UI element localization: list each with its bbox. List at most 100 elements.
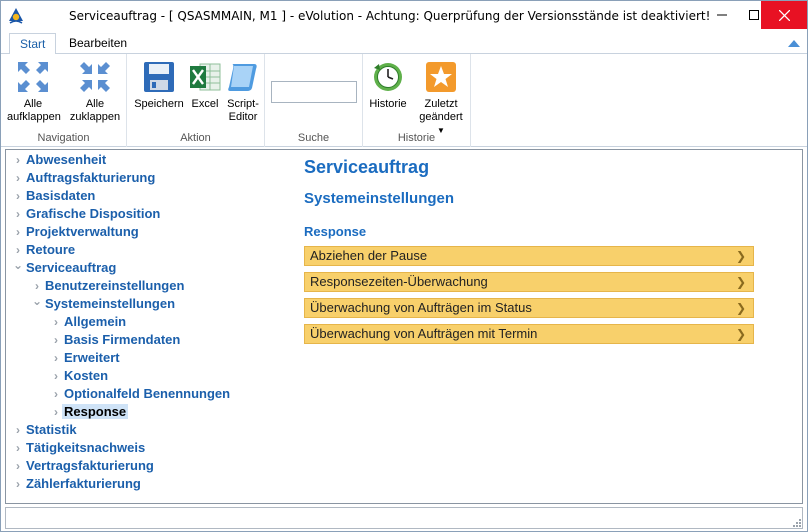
tree-item-optionalfeld-benennungen[interactable]: › Optionalfeld Benennungen <box>50 385 232 403</box>
tree-item-zählerfakturierung[interactable]: › Zählerfakturierung <box>12 475 143 493</box>
recently-changed-button[interactable]: Zuletzt geändert ▼ <box>415 60 467 137</box>
tree-item-label: Basisdaten <box>26 188 96 203</box>
tree-item-vertragsfakturierung[interactable]: › Vertragsfakturierung <box>12 457 156 475</box>
chevron-right-icon[interactable]: › <box>12 421 24 439</box>
tree-item-label: Benutzereinstellungen <box>45 278 185 293</box>
close-button[interactable] <box>761 1 807 29</box>
tree-item-label: Zählerfakturierung <box>26 476 141 491</box>
tree-item-label: Vertragsfakturierung <box>26 458 154 473</box>
chevron-right-icon[interactable]: › <box>12 169 24 187</box>
tree-item-label: Serviceauftrag <box>26 260 117 275</box>
chevron-right-icon[interactable]: › <box>50 331 62 349</box>
ribbon-group-aktion: Speichern Excel Script- Editor Aktion <box>127 54 265 147</box>
search-input[interactable] <box>271 81 357 103</box>
tree-item-label: Grafische Disposition <box>26 206 161 221</box>
history-button[interactable]: Historie <box>365 60 411 111</box>
window-title: Serviceauftrag - [ QSASMMAIN, M1 ] - eVo… <box>69 9 711 23</box>
chevron-right-icon[interactable]: › <box>12 223 24 241</box>
tree-item-erweitert[interactable]: › Erweitert <box>50 349 122 367</box>
title-bar: Serviceauftrag - [ QSASMMAIN, M1 ] - eVo… <box>1 1 807 31</box>
ribbon-tab-bar: Start Bearbeiten <box>1 31 807 55</box>
minimize-icon <box>717 14 727 16</box>
ribbon-group-navigation: Alle aufklappen Alle zuklappen Navigatio… <box>1 54 127 147</box>
tree-item-label: Retoure <box>26 242 76 257</box>
setting-bar-abziehen-pause[interactable]: Abziehen der Pause ❯ <box>304 246 754 266</box>
content-panel: › Abwesenheit › Auftragsfakturierung › Basisd… <box>5 149 803 504</box>
collapse-all-label-2: zuklappen <box>69 111 121 123</box>
minimize-button[interactable] <box>705 1 739 29</box>
recently-changed-label-1: Zuletzt <box>424 98 458 110</box>
script-editor-button[interactable]: Script- Editor <box>223 60 263 124</box>
tree-item-basisdaten[interactable]: › Basisdaten <box>12 187 97 205</box>
collapse-all-label-1: Alle <box>85 98 105 110</box>
expand-all-label-1: Alle <box>23 98 43 110</box>
resize-grip-icon[interactable] <box>790 516 802 528</box>
chevron-right-icon: ❯ <box>735 249 746 263</box>
setting-bar-label: Überwachung von Aufträgen mit Termin <box>310 326 538 341</box>
page-subtitle: Systemeinstellungen <box>304 190 455 207</box>
tree-item-basis-firmendaten[interactable]: › Basis Firmendaten <box>50 331 182 349</box>
save-button[interactable]: Speichern <box>133 60 185 111</box>
excel-button[interactable]: Excel <box>185 60 225 111</box>
chevron-right-icon[interactable]: › <box>50 349 62 367</box>
chevron-right-icon[interactable]: › <box>50 313 62 331</box>
setting-bar-label: Abziehen der Pause <box>310 248 428 263</box>
tree-item-systemeinstellungen[interactable]: ⌄ Systemeinstellungen <box>31 292 177 313</box>
tree-item-label: Erweitert <box>64 350 120 365</box>
chevron-right-icon[interactable]: › <box>50 367 62 385</box>
navigation-tree: › Abwesenheit › Auftragsfakturierung › Basisd… <box>6 150 296 503</box>
tree-item-label: Response <box>62 404 129 419</box>
ribbon-group-label-historie: Historie <box>397 132 436 144</box>
tab-bearbeiten[interactable]: Bearbeiten <box>59 33 137 55</box>
tree-item-projektverwaltung[interactable]: › Projektverwaltung <box>12 223 141 241</box>
ribbon-collapse-icon[interactable] <box>787 38 801 48</box>
script-editor-label-1: Script- <box>227 98 259 110</box>
tree-item-auftragsfakturierung[interactable]: › Auftragsfakturierung <box>12 169 157 187</box>
tree-item-kosten[interactable]: › Kosten <box>50 367 110 385</box>
tree-item-label: Auftragsfakturierung <box>26 170 156 185</box>
chevron-right-icon[interactable]: › <box>12 187 24 205</box>
tree-item-label: Statistik <box>26 422 77 437</box>
chevron-down-icon[interactable]: ⌄ <box>31 292 43 310</box>
tree-item-grafische-disposition[interactable]: › Grafische Disposition <box>12 205 162 223</box>
expand-all-icon <box>18 62 48 92</box>
chevron-right-icon[interactable]: › <box>12 439 24 457</box>
save-icon <box>144 62 174 92</box>
maximize-icon <box>749 10 759 20</box>
ribbon-group-label-aktion: Aktion <box>180 132 211 144</box>
tree-item-label: Abwesenheit <box>26 152 107 167</box>
setting-bar-status[interactable]: Überwachung von Aufträgen im Status ❯ <box>304 298 754 318</box>
close-icon <box>778 9 790 21</box>
tree-item-statistik[interactable]: › Statistik <box>12 421 79 439</box>
tree-item-allgemein[interactable]: › Allgemein <box>50 313 128 331</box>
chevron-right-icon[interactable]: › <box>12 475 24 493</box>
tree-item-label: Allgemein <box>64 314 127 329</box>
setting-bar-responsezeiten[interactable]: Responsezeiten-Überwachung ❯ <box>304 272 754 292</box>
chevron-right-icon[interactable]: › <box>12 457 24 475</box>
setting-bar-termin[interactable]: Überwachung von Aufträgen mit Termin ❯ <box>304 324 754 344</box>
recently-changed-label-2-text: geändert <box>419 111 463 123</box>
expand-all-button[interactable]: Alle aufklappen <box>7 60 61 124</box>
ribbon-group-label-suche: Suche <box>297 132 330 144</box>
setting-bar-label: Responsezeiten-Überwachung <box>310 274 488 289</box>
chevron-down-icon[interactable]: ⌄ <box>12 256 24 274</box>
tree-item-tätigkeitsnachweis[interactable]: › Tätigkeitsnachweis <box>12 439 147 457</box>
script-editor-icon <box>228 64 257 91</box>
tree-item-label: Tätigkeitsnachweis <box>26 440 146 455</box>
tab-start[interactable]: Start <box>9 33 57 55</box>
main-panel: Serviceauftrag Systemeinstellungen Respo… <box>304 150 802 503</box>
excel-label: Excel <box>191 98 219 110</box>
tree-item-label: Optionalfeld Benennungen <box>64 386 231 401</box>
tree-item-benutzereinstellungen[interactable]: › Benutzereinstellungen <box>31 277 186 295</box>
tree-item-abwesenheit[interactable]: › Abwesenheit <box>12 151 108 169</box>
chevron-right-icon: ❯ <box>735 327 746 341</box>
history-label: Historie <box>369 98 407 110</box>
tree-item-serviceauftrag[interactable]: ⌄ Serviceauftrag <box>12 256 118 277</box>
tree-item-response[interactable]: › Response <box>50 403 129 421</box>
chevron-right-icon[interactable]: › <box>50 403 62 421</box>
chevron-right-icon[interactable]: › <box>50 385 62 403</box>
chevron-right-icon[interactable]: › <box>12 151 24 169</box>
ribbon: Alle aufklappen Alle zuklappen Navigatio… <box>1 54 807 147</box>
collapse-all-button[interactable]: Alle zuklappen <box>67 60 123 124</box>
chevron-right-icon[interactable]: › <box>12 205 24 223</box>
